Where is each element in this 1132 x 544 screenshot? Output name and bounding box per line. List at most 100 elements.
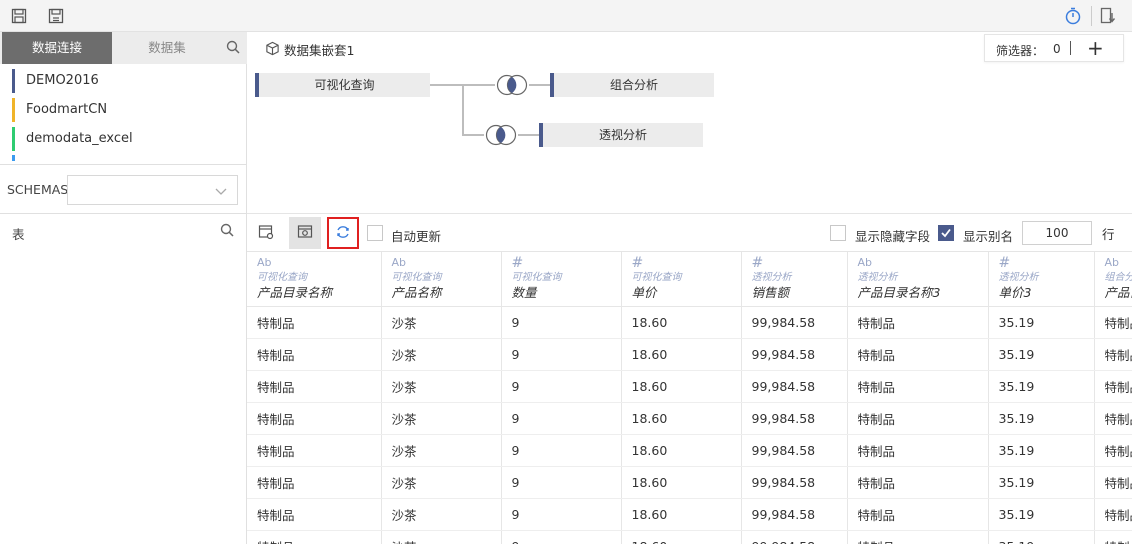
column-header[interactable]: Ab 组合分析产品目 — [1094, 252, 1132, 307]
schemas-select[interactable] — [67, 175, 238, 205]
download-icon[interactable] — [1098, 6, 1118, 26]
connection-color-bar — [12, 155, 15, 161]
column-source: 可视化查询 — [391, 272, 442, 283]
table-cell: 特制品 — [247, 370, 382, 403]
auto-update-checkbox[interactable] — [367, 225, 383, 241]
tables-label: 表 — [12, 227, 25, 242]
checkmark-icon — [941, 228, 951, 238]
table-cell: 特制品 — [247, 466, 382, 499]
column-header[interactable]: # 透视分析 单价3 — [988, 252, 1095, 307]
table-row: 特制品沙茶918.6099,984.58特制品35.19特制品 — [247, 402, 1132, 435]
column-name: 产品目录名称 — [257, 285, 333, 300]
refresh-button[interactable] — [327, 217, 359, 249]
table-row: 特制品沙茶918.6099,984.58特制品35.19特制品 — [247, 306, 1132, 339]
save-as-icon[interactable] — [46, 6, 66, 26]
column-header[interactable]: # 透视分析 销售额 — [741, 252, 848, 307]
table-cell: 沙茶 — [381, 434, 502, 467]
table-cell: 特制品 — [247, 402, 382, 435]
table-cell: 35.19 — [988, 434, 1095, 467]
table-cell: 特制品 — [1094, 530, 1132, 544]
refresh-icon — [335, 224, 351, 243]
connection-color-bar — [12, 69, 15, 93]
numeric-type-icon: # — [751, 255, 764, 271]
table-cell: 沙茶 — [381, 338, 502, 371]
table-cell: 沙茶 — [381, 498, 502, 531]
save-icon[interactable] — [9, 6, 29, 26]
table-cell: 沙茶 — [381, 306, 502, 339]
stopwatch-icon[interactable] — [1063, 6, 1083, 26]
table-cell: 特制品 — [847, 530, 989, 544]
table-header-row: Ab 可视化查询 产品目录名称 Ab 可视化查询 产品名称 # 可视化查询 数量 # 可视化查询 单价… — [247, 252, 1132, 307]
table-cell: 9 — [501, 402, 622, 435]
field-settings-button[interactable] — [250, 217, 282, 249]
table-cell: 特制品 — [1094, 466, 1132, 499]
column-header[interactable]: Ab 透视分析 产品目录名称3 — [847, 252, 989, 307]
column-source: 透视分析 — [857, 272, 898, 283]
tab-dataset[interactable]: 数据集 — [112, 32, 222, 64]
connection-color-bar — [12, 98, 15, 122]
column-header[interactable]: # 可视化查询 单价 — [621, 252, 742, 307]
text-type-icon: Ab — [257, 256, 272, 269]
chevron-down-icon — [215, 185, 227, 199]
connection-item-demo2016[interactable]: DEMO2016 — [12, 69, 99, 93]
search-icon[interactable] — [220, 223, 236, 239]
table-cell: 沙茶 — [381, 370, 502, 403]
table-cell: 18.60 — [621, 402, 742, 435]
table-cell: 9 — [501, 530, 622, 544]
table-cell: 特制品 — [1094, 402, 1132, 435]
table-cell: 特制品 — [247, 338, 382, 371]
table-cell: 特制品 — [847, 498, 989, 531]
text-type-icon: Ab — [391, 256, 407, 269]
column-header[interactable]: Ab 可视化查询 产品目录名称 — [247, 252, 382, 307]
table-cell: 9 — [501, 338, 622, 371]
table-cell: 99,984.58 — [741, 434, 848, 467]
table-cell: 特制品 — [1094, 370, 1132, 403]
table-row: 特制品沙茶918.6099,984.58特制品35.19特制品 — [247, 466, 1132, 499]
top-toolbar — [0, 0, 1132, 32]
show-hidden-checkbox[interactable] — [830, 225, 846, 241]
connection-item-demodata-excel[interactable]: demodata_excel — [12, 127, 133, 151]
join-icon[interactable] — [484, 124, 518, 146]
table-cell: 特制品 — [847, 338, 989, 371]
table-cell: 9 — [501, 434, 622, 467]
show-hidden-label: 显示隐藏字段 — [855, 229, 931, 244]
preview-icon — [297, 224, 313, 243]
table-cell: 35.19 — [988, 498, 1095, 531]
table-cell: 特制品 — [1094, 338, 1132, 371]
join-icon[interactable] — [495, 74, 529, 96]
search-icon[interactable] — [226, 40, 242, 56]
column-name: 产品目 — [1104, 285, 1132, 300]
node-pivot-analysis[interactable]: 透视分析 — [539, 123, 703, 147]
node-combined-analysis[interactable]: 组合分析 — [550, 73, 714, 97]
table-cell: 99,984.58 — [741, 370, 848, 403]
left-panel: 数据连接 数据集 DEMO2016 FoodmartCN demodata_ex… — [0, 32, 247, 544]
table-cell: 特制品 — [847, 370, 989, 403]
node-visual-query[interactable]: 可视化查询 — [255, 73, 430, 97]
connection-color-bar — [12, 127, 15, 151]
table-cell: 特制品 — [1094, 306, 1132, 339]
connection-item-foodmartcn[interactable]: FoodmartCN — [12, 98, 107, 122]
column-header[interactable]: # 可视化查询 数量 — [501, 252, 622, 307]
table-cell: 35.19 — [988, 466, 1095, 499]
divider — [0, 213, 247, 214]
table-cell: 18.60 — [621, 306, 742, 339]
show-alias-checkbox[interactable] — [938, 225, 954, 241]
table-cell: 沙茶 — [381, 466, 502, 499]
column-header[interactable]: Ab 可视化查询产品名称 — [381, 252, 502, 307]
dataset-canvas: 数据集嵌套1 筛选器： 0 + 可视化查询 组合分析 透视分析 — [247, 32, 1132, 214]
table-row: 特制品沙茶918.6099,984.58特制品35.19特制品 — [247, 370, 1132, 403]
table-cell: 沙茶 — [381, 530, 502, 544]
table-cell: 99,984.58 — [741, 466, 848, 499]
preview-button[interactable] — [289, 217, 321, 249]
column-name: 单价3 — [998, 285, 1032, 300]
row-count-input[interactable]: 100 — [1022, 221, 1092, 245]
table-cell: 18.60 — [621, 530, 742, 544]
tab-data-connection[interactable]: 数据连接 — [2, 32, 112, 64]
table-row: 特制品沙茶918.6099,984.58特制品35.19特制品 — [247, 498, 1132, 531]
column-source: 可视化查询 — [511, 272, 562, 283]
table-row: 特制品沙茶918.6099,984.58特制品35.19特制品 — [247, 434, 1132, 467]
column-name: 产品名称 — [391, 285, 442, 300]
table-cell: 特制品 — [847, 402, 989, 435]
table-cell: 特制品 — [847, 466, 989, 499]
grid-toolbar: 自动更新 显示隐藏字段 显示别名 100 行 — [247, 214, 1132, 252]
